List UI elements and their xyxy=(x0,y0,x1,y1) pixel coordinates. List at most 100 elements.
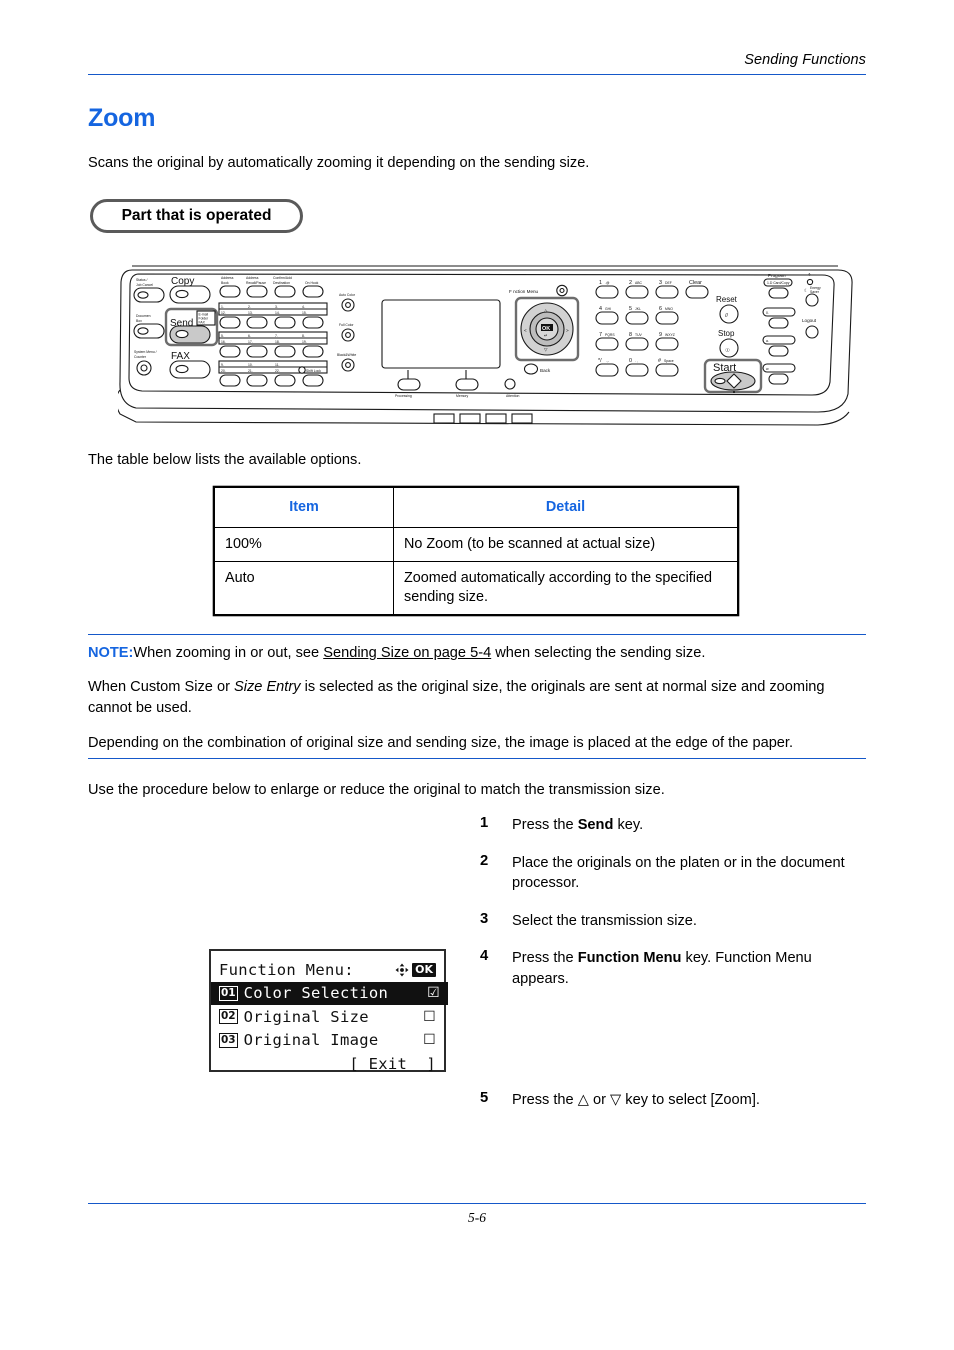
svg-text:Address: Address xyxy=(221,276,234,280)
step-text: Press the △ or ▽ key to select [Zoom]. xyxy=(512,1092,760,1108)
step-4: 4 Press the Function Menu key. Function … xyxy=(480,948,870,989)
svg-text:Counter: Counter xyxy=(134,355,147,359)
svg-text:Memory: Memory xyxy=(456,394,469,398)
svg-text:#: # xyxy=(658,358,661,364)
svg-text:w.: w. xyxy=(766,367,769,371)
control-panel-illustration: .pl { fill:none; stroke:#1a1a1a; stroke-… xyxy=(118,262,858,427)
lcd-exit-softkey[interactable]: [ Exit ] xyxy=(219,1052,436,1076)
svg-text:2.: 2. xyxy=(248,305,251,309)
svg-text:13.: 13. xyxy=(248,311,253,315)
svg-text:18.: 18. xyxy=(275,340,280,344)
note-label: NOTE: xyxy=(88,645,134,661)
svg-text:15.: 15. xyxy=(302,311,307,315)
svg-text:⌽: ⌽ xyxy=(808,272,811,277)
step-2: 2 Place the originals on the platen or i… xyxy=(480,853,870,894)
svg-text:3.: 3. xyxy=(275,305,278,309)
note2-italic-term: Size Entry xyxy=(234,679,301,695)
lcd-header-icons: OK xyxy=(395,958,436,982)
svg-text:PQRS: PQRS xyxy=(605,333,615,337)
svg-text:0.: 0. xyxy=(766,311,769,315)
svg-text:FAX: FAX xyxy=(199,321,206,325)
svg-text:Documen: Documen xyxy=(136,314,151,318)
svg-text:8.: 8. xyxy=(302,334,305,338)
footer-rule xyxy=(88,1203,866,1204)
svg-text:17.: 17. xyxy=(248,340,253,344)
lcd-item-label: Color Selection xyxy=(243,984,389,1003)
svg-text:Clear: Clear xyxy=(689,280,702,286)
svg-text:↵: ↵ xyxy=(544,333,548,338)
lcd-list-item-2[interactable]: 02 Original Size ☐ xyxy=(219,1005,436,1029)
svg-text:TUV: TUV xyxy=(635,333,643,337)
svg-text:System Menu /: System Menu / xyxy=(134,350,157,354)
svg-text:.,-: .,- xyxy=(606,359,609,363)
note-paragraph-1: NOTE:When zooming in or out, see Sending… xyxy=(88,643,868,664)
svg-text:OK: OK xyxy=(542,326,550,332)
note-paragraph-3: Depending on the combination of original… xyxy=(88,735,794,751)
svg-text:Address: Address xyxy=(246,276,259,280)
procedure-lead-paragraph: Use the procedure below to enlarge or re… xyxy=(88,782,665,798)
svg-text:5.: 5. xyxy=(221,334,224,338)
step-number: 5 xyxy=(480,1090,489,1106)
svg-text:14.: 14. xyxy=(275,311,280,315)
svg-text:6.: 6. xyxy=(248,334,251,338)
svg-text:JKL: JKL xyxy=(635,307,641,311)
lcd-title: Function Menu: xyxy=(219,960,354,979)
svg-text:8: 8 xyxy=(629,332,632,338)
lcd-item-checkbox-checked-icon: ☑ xyxy=(427,985,440,1002)
note-paragraph-2: When Custom Size or Size Entry is select… xyxy=(88,677,868,719)
intro-paragraph: Scans the original by automatically zoom… xyxy=(88,155,590,171)
step-text: Press the Function Menu key. Function Me… xyxy=(512,948,870,989)
svg-text:.@: .@ xyxy=(605,281,610,285)
svg-text:Confirm/Add: Confirm/Add xyxy=(273,276,292,280)
svg-text:Black&White: Black&White xyxy=(337,353,356,357)
svg-text:Book: Book xyxy=(221,281,229,285)
step-key-name: Function Menu xyxy=(577,950,682,966)
part-operated-label: Part that is operated xyxy=(121,207,272,224)
svg-text:Job Cancel: Job Cancel xyxy=(136,283,153,287)
svg-text:1: 1 xyxy=(599,280,602,286)
page-number: 5-6 xyxy=(468,1210,486,1225)
ok-badge: OK xyxy=(412,962,436,977)
table-cell-item: 100% xyxy=(214,527,394,562)
svg-text:GHI: GHI xyxy=(605,307,611,311)
running-head: Sending Functions xyxy=(744,52,866,68)
svg-text:Saver: Saver xyxy=(810,290,820,294)
table-header-item: Item xyxy=(214,487,394,528)
step-key-name: Send xyxy=(577,817,614,833)
lcd-title-row: Function Menu: OK xyxy=(219,958,436,982)
svg-text:20.: 20. xyxy=(221,369,226,373)
lcd-screen: Function Menu: OK 01 Color Selection ☑ 0… xyxy=(209,949,448,1073)
svg-text:Processing: Processing xyxy=(395,394,412,398)
svg-text:Reset: Reset xyxy=(716,295,738,304)
note-top-rule xyxy=(88,634,866,635)
svg-text:4: 4 xyxy=(599,306,602,312)
svg-text:Program: Program xyxy=(768,273,786,278)
table-header-detail: Detail xyxy=(393,487,738,528)
table-cell-detail: Zoomed automatically according to the sp… xyxy=(393,561,738,615)
page-title: Zoom xyxy=(88,104,156,132)
svg-text:Recall/Pause: Recall/Pause xyxy=(246,281,266,285)
svg-text:22.: 22. xyxy=(275,369,280,373)
svg-text:9.: 9. xyxy=(221,363,224,367)
lcd-item-label: Original Size xyxy=(243,1007,369,1026)
svg-text:Logout: Logout xyxy=(802,318,817,323)
note-cross-reference-link[interactable]: Sending Size on page 5-4 xyxy=(323,645,491,661)
table-cell-detail: No Zoom (to be scanned at actual size) xyxy=(393,527,738,562)
step-number: 4 xyxy=(480,948,489,964)
svg-text:Full Color: Full Color xyxy=(339,323,354,327)
step-text: Place the originals on the platen or in … xyxy=(512,854,845,892)
svg-text:Auto Color: Auto Color xyxy=(339,293,356,297)
svg-text:WXYZ: WXYZ xyxy=(665,333,675,337)
step-text-pre: Press the xyxy=(512,817,578,833)
svg-text:F nction Menu: F nction Menu xyxy=(509,289,539,294)
lcd-list-item-1[interactable]: 01 Color Selection ☑ xyxy=(211,981,448,1005)
svg-text:6: 6 xyxy=(659,306,662,312)
svg-text:FAX: FAX xyxy=(171,351,190,362)
svg-text:Status /: Status / xyxy=(136,278,148,282)
svg-text:3: 3 xyxy=(659,280,662,286)
svg-text:☾: ☾ xyxy=(804,288,808,293)
lcd-item-number: 01 xyxy=(219,985,238,1001)
lcd-list-item-3[interactable]: 03 Original Image ☐ xyxy=(219,1029,436,1053)
table-header-row: Item Detail xyxy=(214,487,738,528)
svg-text:>: > xyxy=(566,328,569,333)
